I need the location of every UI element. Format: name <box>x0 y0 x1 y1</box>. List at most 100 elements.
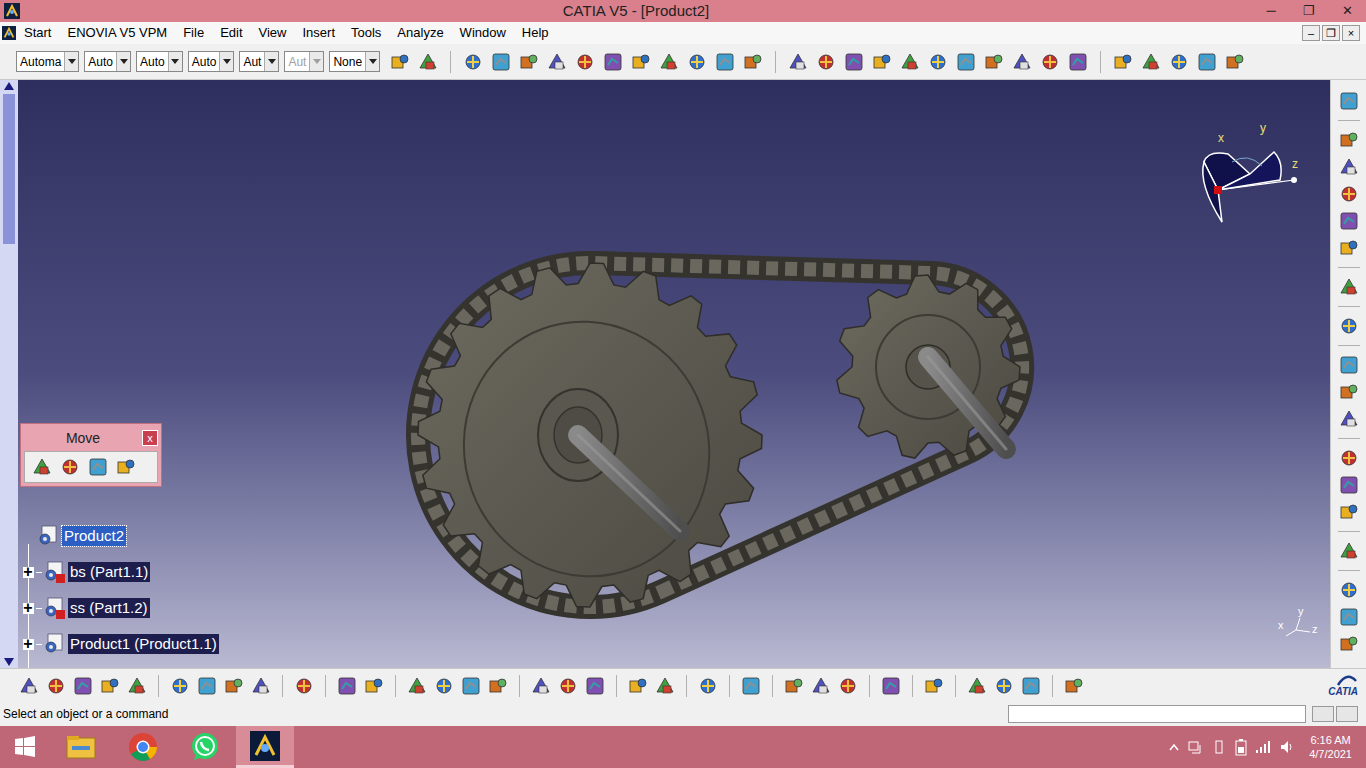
tool-icon[interactable] <box>1338 354 1360 376</box>
tool-icon[interactable] <box>1338 276 1360 298</box>
tool-icon[interactable] <box>490 51 512 73</box>
tool-icon[interactable] <box>223 675 245 697</box>
tool-icon[interactable] <box>389 51 411 73</box>
specification-tree[interactable]: Product2+bs (Part1.1)+ss (Part1.2)+Produ… <box>20 518 280 662</box>
tool-icon[interactable] <box>1338 447 1360 469</box>
tree-item[interactable]: Product2 <box>20 518 280 554</box>
graphic-properties-dropdown[interactable]: Auto <box>188 51 235 72</box>
tool-icon[interactable] <box>880 675 902 697</box>
tree-item[interactable]: +Product1 (Product1.1) <box>20 626 280 662</box>
compass[interactable]: xyz <box>1188 122 1308 227</box>
tool-icon[interactable] <box>1140 51 1162 73</box>
tool-icon[interactable] <box>1224 51 1246 73</box>
tool-icon[interactable] <box>518 51 540 73</box>
tool-icon[interactable] <box>697 675 719 697</box>
tool-icon[interactable] <box>1338 579 1360 601</box>
mdi-control-button[interactable]: ❐ <box>1322 25 1340 41</box>
tool-icon[interactable] <box>433 675 455 697</box>
menu-item[interactable]: Start <box>16 23 59 43</box>
graphic-properties-dropdown[interactable]: None <box>329 51 380 72</box>
tool-icon[interactable] <box>787 51 809 73</box>
tool-icon[interactable] <box>871 51 893 73</box>
tool-icon[interactable] <box>417 51 439 73</box>
tool-icon[interactable] <box>993 675 1015 697</box>
tool-icon[interactable] <box>1338 156 1360 178</box>
graphic-properties-dropdown[interactable]: Auto <box>84 51 131 72</box>
tool-icon[interactable] <box>126 675 148 697</box>
scroll-up-icon[interactable] <box>2 80 16 92</box>
tool-icon[interactable] <box>783 675 805 697</box>
taskbar-app[interactable] <box>174 726 236 768</box>
close-button[interactable]: x <box>142 430 158 446</box>
tool-icon[interactable] <box>462 51 484 73</box>
tool-icon[interactable] <box>546 51 568 73</box>
tool-icon[interactable] <box>584 675 606 697</box>
tool-icon[interactable] <box>1338 129 1360 151</box>
taskbar-app[interactable] <box>50 726 112 768</box>
status-button[interactable] <box>1312 706 1334 722</box>
tool-icon[interactable] <box>1338 633 1360 655</box>
tool-icon[interactable] <box>714 51 736 73</box>
tool-icon[interactable] <box>1196 51 1218 73</box>
graphic-properties-dropdown[interactable]: Automa <box>16 51 79 72</box>
show-hidden-icons-icon[interactable] <box>1169 743 1179 751</box>
tool-icon[interactable] <box>99 675 121 697</box>
menu-item[interactable]: Analyze <box>389 23 451 43</box>
tool-icon[interactable] <box>815 51 837 73</box>
menu-item[interactable]: File <box>175 23 212 43</box>
menu-item[interactable]: Tools <box>343 23 389 43</box>
tool-icon[interactable] <box>557 675 579 697</box>
tool-icon[interactable] <box>1338 381 1360 403</box>
tool-icon[interactable] <box>923 675 945 697</box>
3d-viewport[interactable]: xyzMovexProduct2+bs (Part1.1)+ss (Part1.… <box>18 80 1330 668</box>
tree-scrollbar[interactable] <box>0 80 18 668</box>
tool-icon[interactable] <box>1338 183 1360 205</box>
catia-app-icon[interactable] <box>2 26 16 40</box>
snap-icon[interactable] <box>59 456 81 478</box>
tool-icon[interactable] <box>658 51 680 73</box>
taskbar-app-active[interactable] <box>236 726 294 768</box>
tool-icon[interactable] <box>250 675 272 697</box>
tree-item[interactable]: +ss (Part1.2) <box>20 590 280 626</box>
tool-icon[interactable] <box>654 675 676 697</box>
mdi-control-button[interactable]: – <box>1302 25 1320 41</box>
tool-icon[interactable] <box>1338 474 1360 496</box>
menu-item[interactable]: ENOVIA V5 VPM <box>59 23 175 43</box>
tool-icon[interactable] <box>1067 51 1089 73</box>
tool-icon[interactable] <box>927 51 949 73</box>
start-button[interactable] <box>0 726 50 768</box>
tool-icon[interactable] <box>1112 51 1134 73</box>
graphic-properties-dropdown[interactable]: Auto <box>136 51 183 72</box>
tree-expander[interactable]: + <box>23 567 34 578</box>
menu-item[interactable]: Help <box>514 23 557 43</box>
tool-icon[interactable] <box>336 675 358 697</box>
network-icon[interactable] <box>1187 739 1203 755</box>
stop-manipulate-on-clash-icon[interactable] <box>115 456 137 478</box>
tool-icon[interactable] <box>1338 90 1360 112</box>
move-toolbar[interactable]: Movex <box>20 423 162 487</box>
scrollbar-thumb[interactable] <box>3 94 15 244</box>
mdi-control-button[interactable]: × <box>1342 25 1360 41</box>
window-control-button[interactable]: ✕ <box>1328 1 1366 21</box>
tool-icon[interactable] <box>1168 51 1190 73</box>
tool-icon[interactable] <box>686 51 708 73</box>
tool-icon[interactable] <box>1020 675 1042 697</box>
clock[interactable]: 6:16 AM4/7/2021 <box>1309 733 1352 761</box>
tool-icon[interactable] <box>1338 606 1360 628</box>
tool-icon[interactable] <box>530 675 552 697</box>
sprocket-assembly-drawing[interactable] <box>18 80 1330 668</box>
tool-icon[interactable] <box>966 675 988 697</box>
volume-icon[interactable] <box>1279 739 1295 755</box>
tool-icon[interactable] <box>1338 408 1360 430</box>
window-control-button[interactable]: ─ <box>1252 1 1290 21</box>
tool-icon[interactable] <box>1039 51 1061 73</box>
window-control-button[interactable]: ❐ <box>1290 1 1328 21</box>
tool-icon[interactable] <box>837 675 859 697</box>
tool-icon[interactable] <box>45 675 67 697</box>
tool-icon[interactable] <box>293 675 315 697</box>
tool-icon[interactable] <box>460 675 482 697</box>
menu-item[interactable]: View <box>251 23 295 43</box>
tool-icon[interactable] <box>1011 51 1033 73</box>
tool-icon[interactable] <box>1338 501 1360 523</box>
tool-icon[interactable] <box>72 675 94 697</box>
